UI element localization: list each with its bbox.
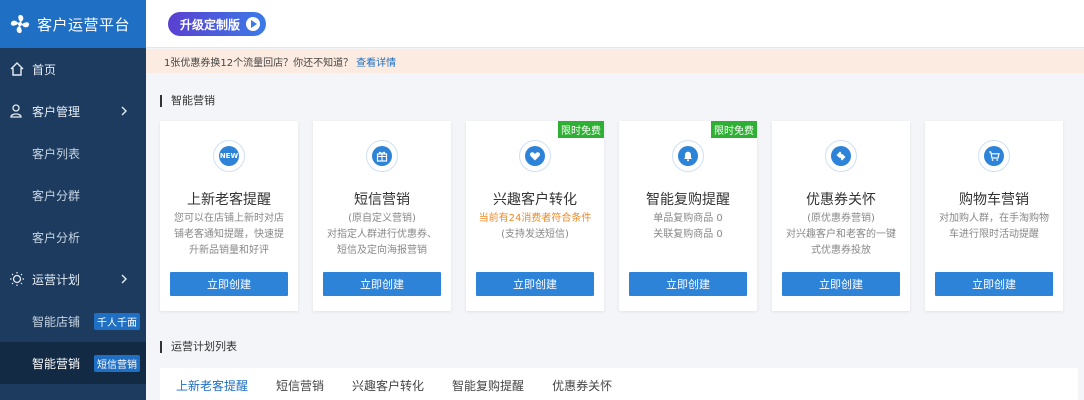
card-desc-line: (原自定义营销) [348, 213, 416, 224]
brand-header[interactable]: 客户运营平台 [0, 0, 146, 48]
card-description: 您可以在店铺上新时对店 铺老客通知提醒，快速提 升新品销量和好评 [170, 211, 288, 259]
bell-icon [672, 140, 704, 172]
card-desc-line: (原优惠券营销) [807, 213, 875, 224]
sidebar: 客户运营平台 首页 客户管理 客户列表 客户分群 客户分析 运营计划 智能店铺 … [0, 0, 146, 400]
card-highlight: 当前有24消费者符合条件 [478, 213, 592, 224]
tab-coupon-care[interactable]: 优惠券关怀 [552, 372, 612, 400]
sidebar-item-smart-store[interactable]: 智能店铺 千人千面 [0, 300, 146, 342]
card-desc-line: 铺老客通知提醒，快速提 [174, 229, 284, 240]
tab-new-arrival-reminder[interactable]: 上新老客提醒 [176, 372, 248, 400]
cart-icon [978, 140, 1010, 172]
sidebar-item-customer-segments[interactable]: 客户分群 [0, 174, 146, 216]
sidebar-item-tag: 短信营销 [94, 354, 141, 372]
section-title-smart-marketing: 智能营销 [160, 95, 215, 107]
card-desc-line: 对兴趣客户和老客的一键 [786, 229, 896, 240]
card-description: 单品复购商品 0 关联复购商品 0 [629, 211, 747, 243]
top-bar: 升级定制版 [146, 0, 1084, 48]
upgrade-button[interactable]: 升级定制版 [168, 12, 267, 36]
card-description: (原自定义营销) 对指定人群进行优惠券、 短信及定向海报营销 [323, 211, 441, 259]
card-title: 短信营销 [354, 192, 410, 208]
create-button[interactable]: 立即创建 [629, 272, 747, 296]
card-desc-line: 式优惠券投放 [811, 245, 871, 256]
card-desc-line: 对加购人群，在手淘购物 [939, 213, 1049, 224]
sidebar-item-smart-marketing[interactable]: 智能营销 短信营销 [0, 342, 146, 384]
card-title: 购物车营销 [959, 192, 1029, 208]
sidebar-item-tag: 千人千面 [94, 312, 141, 330]
create-button[interactable]: 立即创建 [935, 272, 1053, 296]
tab-interest-conversion[interactable]: 兴趣客户转化 [352, 372, 424, 400]
sidebar-item-label: 首页 [32, 62, 57, 77]
card-title: 兴趣客户转化 [493, 192, 577, 208]
card-interest-conversion: 限时免费 兴趣客户转化 当前有24消费者符合条件 (支持发送短信) 立即创建 [466, 121, 604, 311]
section-title-plan-list: 运营计划列表 [160, 341, 237, 353]
card-desc-line: 您可以在店铺上新时对店 [174, 213, 284, 224]
chevron-right-icon [121, 106, 127, 116]
ticket-icon [825, 140, 857, 172]
sidebar-item-label: 智能店铺 [32, 314, 81, 329]
tab-smart-repurchase[interactable]: 智能复购提醒 [452, 372, 524, 400]
gift-icon [366, 140, 398, 172]
card-desc-line: 对指定人群进行优惠券、 [327, 229, 437, 240]
upgrade-button-label: 升级定制版 [180, 17, 241, 32]
user-icon [8, 102, 26, 120]
card-new-arrival-reminder: NEW 上新老客提醒 您可以在店铺上新时对店 铺老客通知提醒，快速提 升新品销量… [160, 121, 298, 311]
card-desc-line: 单品复购商品 0 [653, 213, 723, 224]
sidebar-item-label: 运营计划 [32, 272, 81, 287]
card-description: 当前有24消费者符合条件 (支持发送短信) [476, 211, 594, 243]
create-button[interactable]: 立即创建 [476, 272, 594, 296]
chevron-right-icon [121, 274, 127, 284]
sidebar-item-customer-analysis[interactable]: 客户分析 [0, 216, 146, 258]
card-coupon-care: 优惠券关怀 (原优惠券营销) 对兴趣客户和老客的一键 式优惠券投放 立即创建 [772, 121, 910, 311]
sidebar-item-label: 客户分群 [32, 188, 81, 203]
card-sms-marketing: 短信营销 (原自定义营销) 对指定人群进行优惠券、 短信及定向海报营销 立即创建 [313, 121, 451, 311]
tab-sms-marketing[interactable]: 短信营销 [276, 372, 324, 400]
home-icon [8, 60, 26, 78]
notice-text: 1张优惠券换12个流量回店？你还不知道？ [164, 57, 354, 69]
card-cart-marketing: 购物车营销 对加购人群，在手淘购物 车进行限时活动提醒 立即创建 [925, 121, 1063, 311]
card-title: 智能复购提醒 [646, 192, 730, 208]
card-desc-line: 车进行限时活动提醒 [949, 229, 1039, 240]
app-title: 客户运营平台 [37, 15, 131, 34]
free-badge: 限时免费 [558, 121, 604, 138]
plan-tabs: 上新老客提醒 短信营销 兴趣客户转化 智能复购提醒 优惠券关怀 [176, 372, 640, 400]
create-button[interactable]: 立即创建 [170, 272, 288, 296]
card-description: 对加购人群，在手淘购物 车进行限时活动提醒 [935, 211, 1053, 243]
card-desc-line: 短信及定向海报营销 [337, 245, 427, 256]
card-title: 上新老客提醒 [187, 192, 271, 208]
notice-link[interactable]: 查看详情 [356, 54, 396, 69]
bulb-icon [8, 270, 26, 288]
sidebar-item-label: 客户管理 [32, 104, 81, 119]
sidebar-item-home[interactable]: 首页 [0, 48, 146, 90]
sidebar-item-customer-management[interactable]: 客户管理 [0, 90, 146, 132]
sidebar-nav: 首页 客户管理 客户列表 客户分群 客户分析 运营计划 智能店铺 千人千面 智能… [0, 48, 146, 384]
new-icon-label: NEW [219, 146, 239, 166]
sidebar-item-label: 智能营销 [32, 356, 81, 371]
new-icon: NEW [213, 140, 245, 172]
card-title: 优惠券关怀 [806, 192, 876, 208]
sidebar-item-label: 客户列表 [32, 146, 81, 161]
sidebar-item-customer-list[interactable]: 客户列表 [0, 132, 146, 174]
card-desc-line: (支持发送短信) [501, 229, 569, 240]
card-desc-line: 升新品销量和好评 [189, 245, 269, 256]
sidebar-item-label: 客户分析 [32, 230, 81, 245]
sidebar-item-operation-plan[interactable]: 运营计划 [0, 258, 146, 300]
play-icon [246, 17, 261, 31]
notice-bar: 1张优惠券换12个流量回店？你还不知道？ 查看详情 [146, 49, 1084, 73]
card-smart-repurchase: 限时免费 智能复购提醒 单品复购商品 0 关联复购商品 0 立即创建 [619, 121, 757, 311]
create-button[interactable]: 立即创建 [323, 272, 441, 296]
card-description: (原优惠券营销) 对兴趣客户和老客的一键 式优惠券投放 [782, 211, 900, 259]
create-button[interactable]: 立即创建 [782, 272, 900, 296]
heart-icon [519, 140, 551, 172]
pinwheel-icon [10, 14, 30, 34]
free-badge: 限时免费 [711, 121, 757, 138]
card-desc-line: 关联复购商品 0 [653, 229, 723, 240]
